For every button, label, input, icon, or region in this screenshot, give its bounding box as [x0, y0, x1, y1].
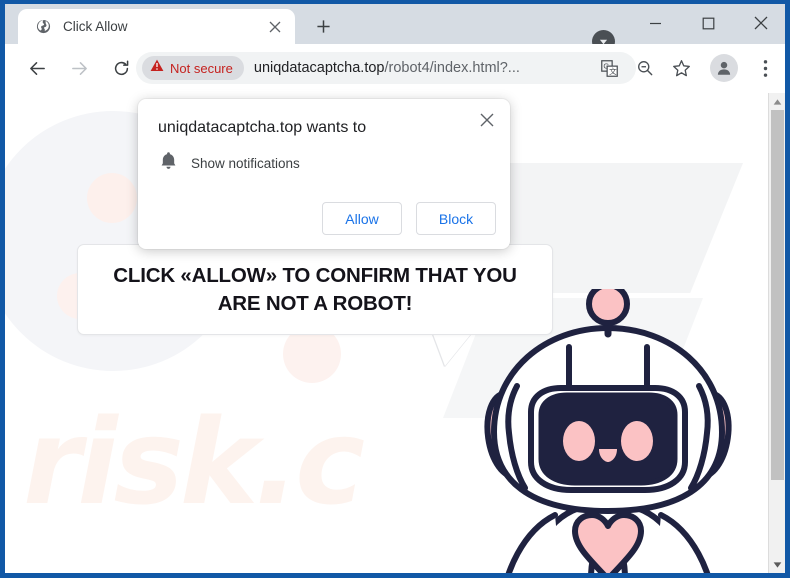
- dialog-close-icon[interactable]: [474, 107, 500, 133]
- window-close-button[interactable]: [739, 8, 783, 38]
- forward-button: [62, 52, 96, 86]
- globe-icon: [35, 19, 51, 35]
- speech-bubble-text: CLICK «ALLOW» TO CONFIRM THAT YOU ARE NO…: [113, 264, 517, 315]
- window-maximize-button[interactable]: [686, 8, 730, 38]
- browser-tab[interactable]: Click Allow: [18, 9, 295, 44]
- profile-avatar[interactable]: [710, 54, 738, 82]
- three-dot-menu-icon[interactable]: [749, 52, 781, 84]
- tab-close-icon[interactable]: [267, 19, 283, 35]
- zoom-out-icon[interactable]: [629, 52, 661, 84]
- address-bar[interactable]: Not secure uniqdatacaptcha.top/robot4/in…: [136, 52, 636, 84]
- scroll-down-icon[interactable]: [769, 556, 785, 573]
- url-path: /robot4/index.html?...: [384, 60, 520, 76]
- back-button[interactable]: [20, 52, 54, 86]
- browser-toolbar: Not secure uniqdatacaptcha.top/robot4/in…: [5, 44, 785, 93]
- bell-icon: [160, 151, 177, 175]
- background-pink-dot: [87, 173, 137, 223]
- warning-triangle-icon: [150, 59, 164, 77]
- scroll-up-icon[interactable]: [769, 93, 785, 110]
- block-button[interactable]: Block: [416, 202, 496, 235]
- svg-text:文: 文: [609, 66, 617, 76]
- allow-button[interactable]: Allow: [322, 202, 402, 235]
- tab-title: Click Allow: [63, 19, 128, 34]
- dialog-title: uniqdatacaptcha.top wants to: [158, 119, 367, 136]
- scrollbar-thumb[interactable]: [771, 110, 784, 480]
- new-tab-button[interactable]: [310, 13, 336, 39]
- watermark-text: risk.c: [23, 393, 365, 531]
- browser-chrome: Click Allow Not secure uniqdatacaptcha.t…: [5, 4, 785, 573]
- notification-permission-dialog: uniqdatacaptcha.top wants to Show notifi…: [138, 99, 510, 249]
- window-minimize-button[interactable]: [633, 8, 677, 38]
- reload-button[interactable]: [104, 52, 138, 86]
- browser-window: Click Allow Not secure uniqdatacaptcha.t…: [0, 0, 790, 578]
- page-scrollbar[interactable]: [768, 93, 785, 573]
- not-secure-badge[interactable]: Not secure: [142, 56, 244, 80]
- speech-bubble: CLICK «ALLOW» TO CONFIRM THAT YOU ARE NO…: [77, 244, 553, 335]
- not-secure-label: Not secure: [170, 60, 233, 76]
- tab-strip: Click Allow: [5, 4, 785, 53]
- star-icon[interactable]: [665, 52, 697, 84]
- permission-row: Show notifications: [160, 151, 300, 175]
- url-host: uniqdatacaptcha.top: [253, 60, 385, 76]
- speech-bubble-tail: [433, 334, 471, 366]
- permission-label: Show notifications: [191, 155, 300, 171]
- url-display[interactable]: uniqdatacaptcha.top/robot4/index.html?..…: [254, 60, 520, 76]
- translate-icon[interactable]: G 文: [593, 52, 625, 84]
- dialog-button-group: Allow Block: [322, 202, 496, 235]
